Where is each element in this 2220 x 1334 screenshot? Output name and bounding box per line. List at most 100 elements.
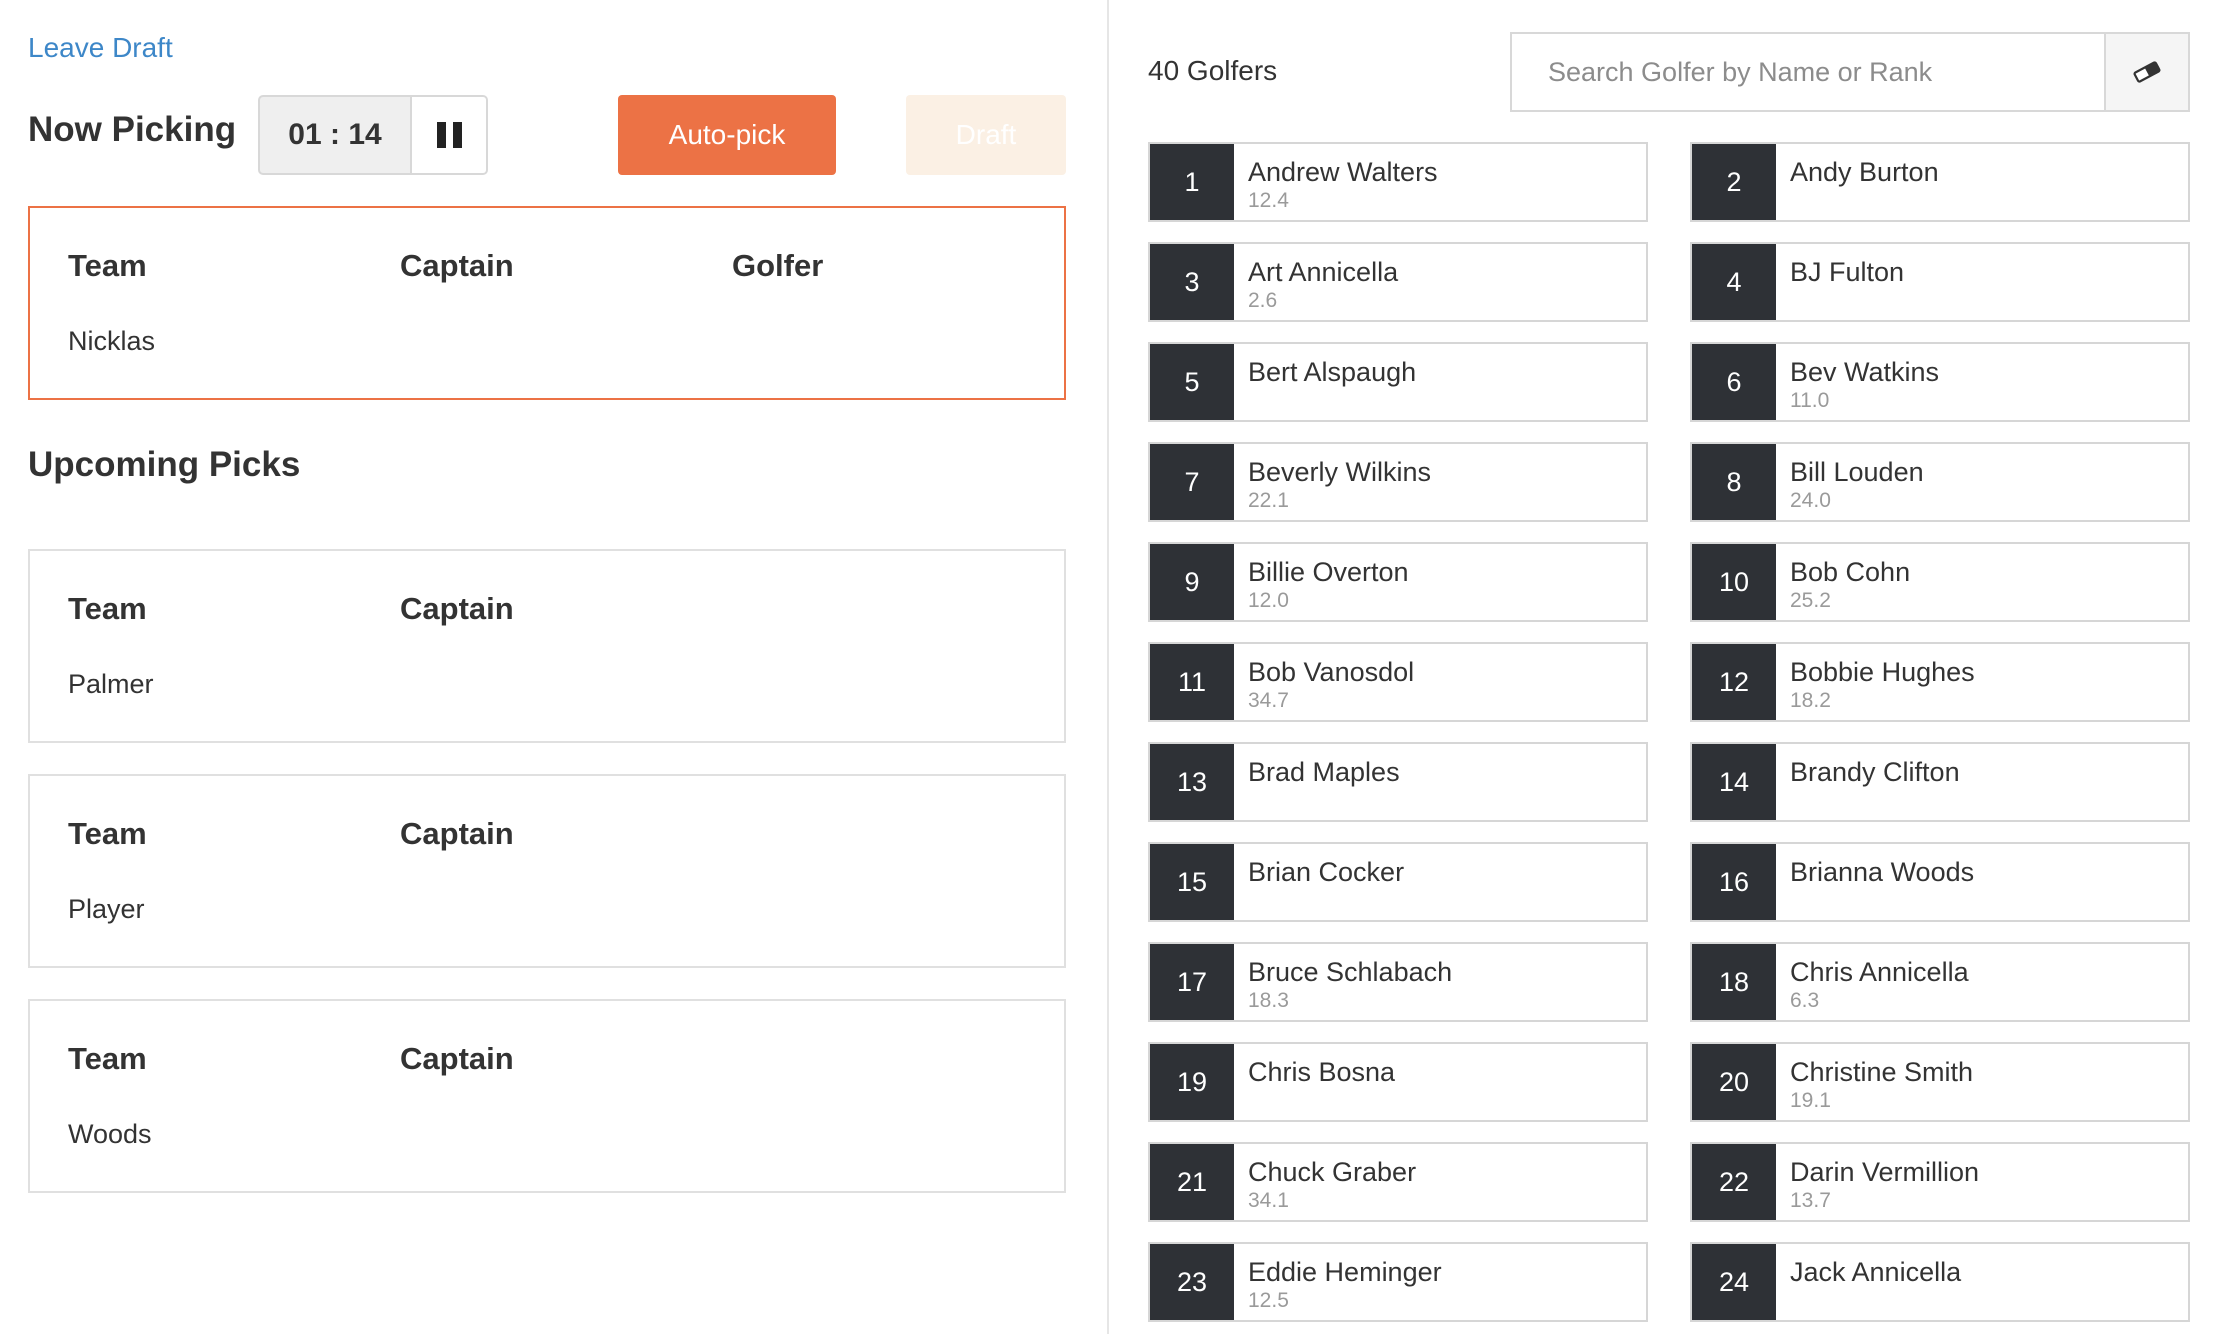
golfer-search <box>1510 32 2190 112</box>
golfer-handicap: 18.3 <box>1248 989 1289 1012</box>
golfer-rank: 19 <box>1150 1044 1234 1120</box>
golfer-rank: 11 <box>1150 644 1234 720</box>
golfer-rank: 9 <box>1150 544 1234 620</box>
team-column-header: Team <box>68 248 147 283</box>
golfer-info: Bev Watkins 11.0 <box>1776 344 1939 420</box>
captain-column-header: Captain <box>400 591 514 626</box>
golfer-name: Andy Burton <box>1790 157 1939 187</box>
golfer-handicap: 19.1 <box>1790 1089 1831 1112</box>
pause-icon <box>436 122 462 148</box>
team-column-header: Team <box>68 1041 147 1076</box>
golfer-handicap: 22.1 <box>1248 489 1289 512</box>
golfer-name: Brian Cocker <box>1248 857 1405 887</box>
golfer-rank: 23 <box>1150 1244 1234 1320</box>
golfer-info: Beverly Wilkins 22.1 <box>1234 444 1431 520</box>
golfer-card[interactable]: 1 Andrew Walters 12.4 <box>1148 142 1648 222</box>
golfer-card[interactable]: 24 Jack Annicella <box>1690 1242 2190 1322</box>
golfer-name: Bruce Schlabach <box>1248 957 1453 987</box>
golfer-rank: 18 <box>1692 944 1776 1020</box>
golfer-info: Art Annicella 2.6 <box>1234 244 1398 320</box>
golfer-card[interactable]: 20 Christine Smith 19.1 <box>1690 1042 2190 1122</box>
golfer-info: Chris Annicella 6.3 <box>1776 944 1969 1020</box>
golfer-card[interactable]: 22 Darin Vermillion 13.7 <box>1690 1142 2190 1222</box>
golfer-card[interactable]: 23 Eddie Heminger 12.5 <box>1148 1242 1648 1322</box>
golfer-rank: 14 <box>1692 744 1776 820</box>
golfer-rank: 5 <box>1150 344 1234 420</box>
golfer-info: Darin Vermillion 13.7 <box>1776 1144 1979 1220</box>
golfer-rank: 12 <box>1692 644 1776 720</box>
golfer-handicap: 6.3 <box>1790 989 1820 1012</box>
golfer-card[interactable]: 11 Bob Vanosdol 34.7 <box>1148 642 1648 722</box>
golfer-info: Billie Overton 12.0 <box>1234 544 1409 620</box>
golfer-card[interactable]: 8 Bill Louden 24.0 <box>1690 442 2190 522</box>
golfer-info: Bert Alspaugh <box>1234 344 1416 420</box>
golfer-info: Bruce Schlabach 18.3 <box>1234 944 1452 1020</box>
golfer-info: Bobbie Hughes 18.2 <box>1776 644 1975 720</box>
timer-value: 01 : 14 <box>288 118 382 151</box>
golfer-info: Brandy Clifton <box>1776 744 1960 820</box>
golfer-handicap: 18.2 <box>1790 689 1831 712</box>
golfer-info: Bill Louden 24.0 <box>1776 444 1924 520</box>
golfer-card[interactable]: 7 Beverly Wilkins 22.1 <box>1148 442 1648 522</box>
golfer-list: 1 Andrew Walters 12.4 2 Andy Burton 3 Art Anni… <box>1148 142 2190 1322</box>
golfer-column-header: Golfer <box>732 248 824 283</box>
golfer-rank: 2 <box>1692 144 1776 220</box>
golfer-card[interactable]: 14 Brandy Clifton <box>1690 742 2190 822</box>
golfer-rank: 24 <box>1692 1244 1776 1320</box>
draft-button[interactable]: Draft <box>906 95 1066 175</box>
golfer-name: Art Annicella <box>1248 257 1399 287</box>
golfer-rank: 1 <box>1150 144 1234 220</box>
eraser-icon <box>2133 61 2161 83</box>
team-column-header: Team <box>68 816 147 851</box>
golfer-rank: 13 <box>1150 744 1234 820</box>
pause-button[interactable] <box>410 97 486 173</box>
golfer-info: Bob Vanosdol 34.7 <box>1234 644 1414 720</box>
golfer-search-input[interactable] <box>1512 34 2104 110</box>
golfer-info: Jack Annicella <box>1776 1244 1961 1320</box>
golfer-rank: 20 <box>1692 1044 1776 1120</box>
golfer-rank: 8 <box>1692 444 1776 520</box>
clear-search-button[interactable] <box>2104 34 2188 110</box>
golfer-card[interactable]: 19 Chris Bosna <box>1148 1042 1648 1122</box>
golfer-card[interactable]: 2 Andy Burton <box>1690 142 2190 222</box>
golfer-name: Christine Smith <box>1790 1057 1974 1087</box>
golfer-card[interactable]: 10 Bob Cohn 25.2 <box>1690 542 2190 622</box>
upcoming-picks-heading: Upcoming Picks <box>28 445 301 484</box>
golfer-card[interactable]: 16 Brianna Woods <box>1690 842 2190 922</box>
golfer-name: Bev Watkins <box>1790 357 1940 387</box>
golfer-card[interactable]: 13 Brad Maples <box>1148 742 1648 822</box>
golfer-name: Chris Annicella <box>1790 957 1969 987</box>
auto-pick-button[interactable]: Auto-pick <box>618 95 836 175</box>
golfer-card[interactable]: 12 Bobbie Hughes 18.2 <box>1690 642 2190 722</box>
golfer-card[interactable]: 15 Brian Cocker <box>1148 842 1648 922</box>
golfer-rank: 21 <box>1150 1144 1234 1220</box>
golfer-info: Andrew Walters 12.4 <box>1234 144 1438 220</box>
golfer-card[interactable]: 17 Bruce Schlabach 18.3 <box>1148 942 1648 1022</box>
golfer-card[interactable]: 3 Art Annicella 2.6 <box>1148 242 1648 322</box>
golfer-name: Darin Vermillion <box>1790 1157 1980 1187</box>
golfer-card[interactable]: 4 BJ Fulton <box>1690 242 2190 322</box>
golfer-info: Brian Cocker <box>1234 844 1404 920</box>
golfer-handicap: 12.4 <box>1248 189 1289 212</box>
golfer-info: Christine Smith 19.1 <box>1776 1044 1973 1120</box>
golfer-name: Bert Alspaugh <box>1248 357 1417 387</box>
captain-column-header: Captain <box>400 248 514 283</box>
golfer-card[interactable]: 5 Bert Alspaugh <box>1148 342 1648 422</box>
current-team-name: Nicklas <box>68 326 156 356</box>
golfer-name: Brianna Woods <box>1790 857 1975 887</box>
leave-draft-link[interactable]: Leave Draft <box>28 32 173 64</box>
golfer-card[interactable]: 21 Chuck Graber 34.1 <box>1148 1142 1648 1222</box>
golfer-info: Bob Cohn 25.2 <box>1776 544 1910 620</box>
golfer-card[interactable]: 9 Billie Overton 12.0 <box>1148 542 1648 622</box>
golfer-name: Brad Maples <box>1248 757 1400 787</box>
golfer-handicap: 11.0 <box>1790 389 1830 412</box>
golfer-rank: 22 <box>1692 1144 1776 1220</box>
upcoming-team-name: Woods <box>68 1119 152 1149</box>
golfer-card[interactable]: 18 Chris Annicella 6.3 <box>1690 942 2190 1022</box>
golfer-card[interactable]: 6 Bev Watkins 11.0 <box>1690 342 2190 422</box>
now-picking-heading: Now Picking <box>28 110 237 149</box>
team-column-header: Team <box>68 591 147 626</box>
golfer-name: Chuck Graber <box>1248 1157 1417 1187</box>
golfer-name: Bob Cohn <box>1790 557 1911 587</box>
golfer-name: Chris Bosna <box>1248 1057 1396 1087</box>
